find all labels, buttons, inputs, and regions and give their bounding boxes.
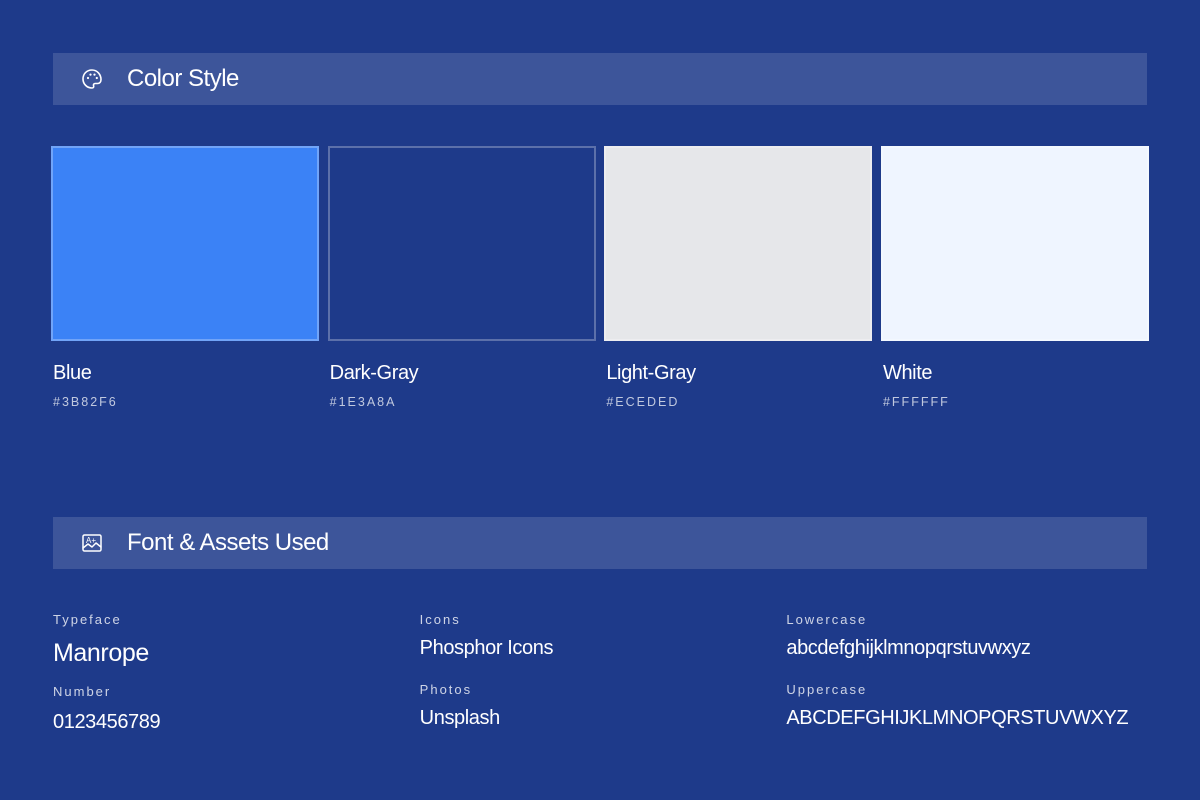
icons-value: Phosphor Icons bbox=[419, 637, 554, 659]
lowercase-value: abcdefghijklmnopqrstuvwxyz bbox=[786, 637, 1031, 659]
swatch-name: White bbox=[882, 362, 933, 384]
number-value: 0123456789 bbox=[53, 711, 161, 733]
section-title: Color Style bbox=[127, 65, 239, 92]
color-chip bbox=[327, 146, 596, 341]
font-assets-details: Typeface Manrope Number 0123456789 Icons… bbox=[53, 612, 1153, 734]
swatch-hex: #ECEDED bbox=[606, 395, 680, 409]
photos-value: Unsplash bbox=[419, 707, 501, 729]
swatch-blue: Blue #3B82F6 bbox=[51, 146, 319, 409]
icons-label: Icons bbox=[419, 612, 461, 627]
number-label: Number bbox=[53, 684, 112, 699]
uppercase-value: ABCDEFGHIJKLMNOPQRSTUVWXYZ bbox=[786, 707, 1129, 729]
uppercase-label: Uppercase bbox=[786, 682, 868, 697]
lowercase-label: Lowercase bbox=[786, 612, 868, 627]
text-image-icon: A+ bbox=[79, 530, 105, 556]
swatch-name: Light-Gray bbox=[606, 362, 696, 384]
font-assets-header: A+ Font & Assets Used bbox=[53, 517, 1147, 569]
color-chip bbox=[604, 146, 873, 341]
assets-column: Icons Phosphor Icons Photos Unsplash bbox=[420, 612, 787, 734]
swatch-name: Dark-Gray bbox=[329, 362, 419, 384]
color-style-header: Color Style bbox=[53, 53, 1147, 105]
letters-column: Lowercase abcdefghijklmnopqrstuvwxyz Upp… bbox=[786, 612, 1153, 734]
svg-text:A+: A+ bbox=[86, 536, 96, 545]
swatch-white: White #FFFFFF bbox=[880, 146, 1149, 409]
color-chip bbox=[880, 146, 1149, 341]
swatch-hex: #FFFFFF bbox=[882, 395, 950, 409]
section-title: Font & Assets Used bbox=[127, 529, 329, 556]
typeface-label: Typeface bbox=[53, 612, 122, 627]
color-swatch-row: Blue #3B82F6 Dark-Gray #1E3A8A Light-Gra… bbox=[51, 146, 1149, 409]
photos-label: Photos bbox=[419, 682, 473, 697]
color-chip bbox=[51, 146, 319, 341]
swatch-dark-gray: Dark-Gray #1E3A8A bbox=[327, 146, 596, 409]
palette-icon bbox=[79, 66, 105, 92]
typeface-value: Manrope bbox=[53, 639, 149, 667]
swatch-light-gray: Light-Gray #ECEDED bbox=[604, 146, 873, 409]
swatch-hex: #3B82F6 bbox=[53, 395, 118, 409]
swatch-hex: #1E3A8A bbox=[329, 395, 397, 409]
typeface-column: Typeface Manrope Number 0123456789 bbox=[53, 612, 420, 734]
swatch-name: Blue bbox=[53, 362, 92, 384]
